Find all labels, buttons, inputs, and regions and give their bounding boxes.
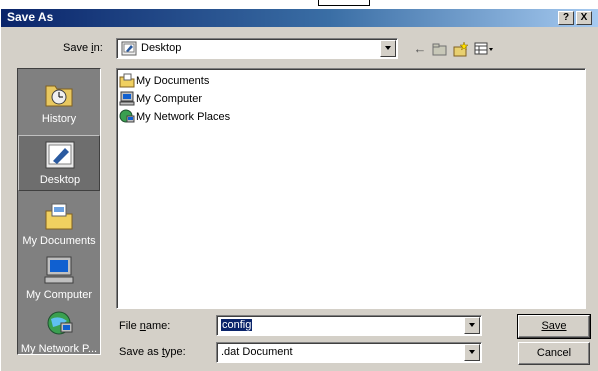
cancel-button[interactable]: Cancel [518, 342, 590, 365]
save-as-type-label: Save as type: [119, 346, 186, 358]
folder-icon [119, 73, 135, 88]
computer-icon [119, 91, 135, 106]
file-name-value: config [221, 319, 253, 331]
close-button[interactable]: X [576, 11, 592, 25]
my-documents-icon [45, 203, 73, 230]
history-icon [45, 85, 73, 107]
file-name: My Network Places [136, 111, 231, 123]
save-button[interactable]: Save [517, 314, 591, 339]
file-list[interactable]: My Documents My Computer My Network Plac… [116, 68, 586, 309]
place-label: My Network P... [20, 343, 98, 355]
place-my-documents[interactable]: My Documents [18, 197, 100, 253]
file-name-dropdown-arrow[interactable] [464, 317, 480, 334]
place-label: History [41, 113, 77, 125]
my-network-places-icon [47, 311, 73, 335]
place-label: Desktop [39, 174, 81, 186]
save-as-dialog: Save As ? X Save in: Desktop ← History D… [0, 8, 598, 371]
file-name: My Computer [136, 93, 203, 105]
desktop-small-icon [121, 41, 137, 56]
help-button[interactable]: ? [558, 11, 574, 25]
place-label: My Computer [25, 289, 93, 301]
save-button-label: Save [541, 320, 567, 332]
my-computer-icon [44, 256, 74, 284]
place-history[interactable]: History [18, 75, 100, 131]
save-as-type-combo[interactable]: .dat Document [216, 342, 482, 363]
new-folder-icon[interactable] [452, 40, 470, 58]
dialog-title: Save As [7, 10, 54, 24]
views-menu-icon[interactable] [473, 40, 495, 58]
place-my-computer[interactable]: My Computer [18, 251, 100, 307]
title-bar: Save As ? X [1, 9, 598, 27]
file-name: My Documents [136, 75, 210, 87]
save-in-label: Save in: [63, 42, 103, 54]
place-desktop[interactable]: Desktop [18, 135, 100, 191]
save-in-value: Desktop [141, 42, 182, 54]
network-icon [119, 109, 135, 123]
desktop-icon [45, 141, 75, 169]
background-strip [0, 0, 598, 8]
place-label: My Documents [22, 235, 96, 247]
back-icon[interactable]: ← [411, 40, 429, 58]
save-in-combo[interactable]: Desktop [116, 38, 398, 59]
save-in-dropdown-arrow[interactable] [380, 40, 396, 57]
place-my-network[interactable]: My Network P... [18, 305, 100, 361]
file-name-field[interactable]: config [216, 315, 482, 336]
save-as-type-dropdown-arrow[interactable] [464, 344, 480, 361]
save-as-type-value: .dat Document [221, 346, 293, 358]
background-box [318, 0, 370, 6]
places-bar: History Desktop My Documents My Computer… [17, 68, 101, 355]
file-name-label: File name: [119, 320, 171, 332]
up-folder-icon[interactable] [431, 40, 449, 58]
